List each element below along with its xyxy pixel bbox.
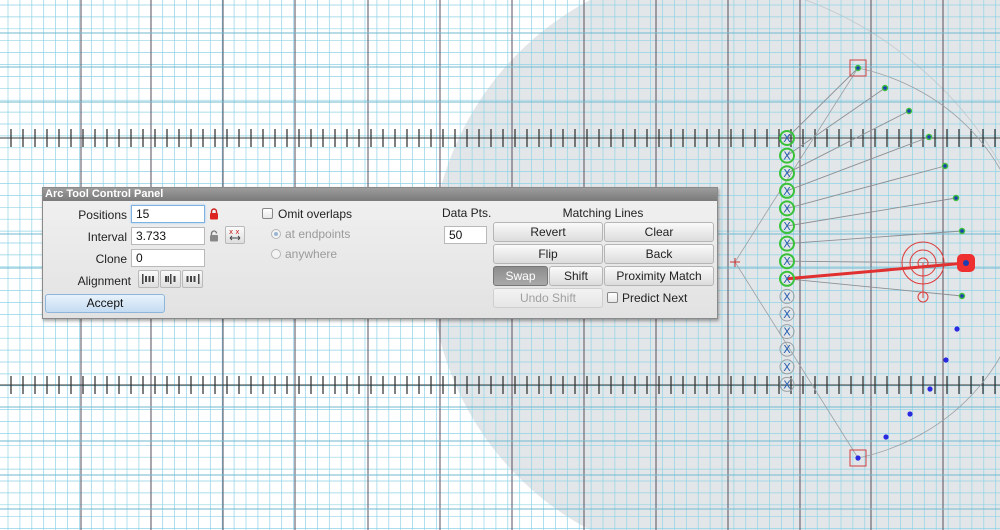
undo-shift-button[interactable]: Undo Shift (493, 288, 603, 308)
arc-tool-control-panel: Arc Tool Control Panel Positions 15 Inte… (42, 187, 718, 319)
marker-x: X (783, 220, 791, 233)
arc-point-core (907, 109, 911, 113)
arc-point-blue (954, 326, 960, 332)
lock-open-icon[interactable] (209, 230, 219, 242)
predict-next-label: Predict Next (622, 291, 688, 305)
marker-x: X (783, 290, 791, 303)
proximity-match-button[interactable]: Proximity Match (604, 266, 714, 286)
arc-point-core (954, 196, 958, 200)
arc-point-blue (943, 357, 949, 363)
revert-button[interactable]: Revert (493, 222, 603, 242)
omit-overlaps-label: Omit overlaps (278, 207, 353, 221)
marker-x: X (783, 273, 791, 286)
arc-point-core (960, 294, 964, 298)
clone-label: Clone (95, 252, 127, 266)
data-pts-label: Data Pts. (442, 206, 492, 220)
arc-point-core (883, 86, 887, 90)
selected-point-core (963, 260, 969, 266)
interval-label: Interval (87, 230, 127, 244)
back-button[interactable]: Back (604, 244, 714, 264)
arc-point-blue (907, 411, 913, 417)
expand-interval-icon[interactable]: x x (225, 226, 245, 244)
clear-button[interactable]: Clear (604, 222, 714, 242)
arc-point-core (856, 66, 860, 70)
marker-x: X (783, 132, 791, 145)
marker-x: X (783, 308, 791, 321)
panel-title[interactable]: Arc Tool Control Panel (43, 188, 717, 201)
anywhere-label: anywhere (285, 247, 338, 261)
clone-input[interactable]: 0 (131, 249, 205, 267)
lock-closed-icon[interactable] (209, 208, 219, 220)
positions-input[interactable]: 15 (131, 205, 205, 223)
swap-button[interactable]: Swap (493, 266, 548, 286)
at-endpoints-label: at endpoints (285, 227, 351, 241)
omit-overlaps-checkbox[interactable] (262, 208, 273, 219)
marker-x: X (783, 202, 791, 215)
data-pts-input[interactable]: 50 (444, 226, 487, 244)
marker-x: X (783, 378, 791, 391)
marker-x: X (783, 255, 791, 268)
marker-x: X (783, 238, 791, 251)
shift-button[interactable]: Shift (549, 266, 603, 286)
marker-x: X (783, 343, 791, 356)
marker-x: X (783, 361, 791, 374)
marker-x: X (783, 150, 791, 163)
arc-point-core (927, 135, 931, 139)
center-align-icon[interactable] (160, 270, 181, 288)
arc-point-blue (927, 386, 933, 392)
anywhere-radio[interactable] (271, 249, 281, 259)
left-align-icon[interactable] (138, 270, 159, 288)
right-align-icon[interactable] (182, 270, 203, 288)
marker-x: X (783, 167, 791, 180)
alignment-label: Alignment (77, 274, 131, 288)
arc-point-core (943, 164, 947, 168)
arc-point-blue (855, 455, 861, 461)
at-endpoints-radio[interactable] (271, 229, 281, 239)
interval-input[interactable]: 3.733 (131, 227, 205, 245)
svg-text:x x: x x (229, 228, 240, 236)
marker-x: X (783, 326, 791, 339)
marker-x: X (783, 185, 791, 198)
positions-label: Positions (78, 208, 127, 222)
predict-next-checkbox[interactable] (607, 292, 618, 303)
matching-lines-label: Matching Lines (562, 206, 644, 220)
arc-point-blue (883, 434, 889, 440)
arc-point-core (960, 229, 964, 233)
flip-button[interactable]: Flip (493, 244, 603, 264)
accept-button[interactable]: Accept (45, 294, 165, 313)
